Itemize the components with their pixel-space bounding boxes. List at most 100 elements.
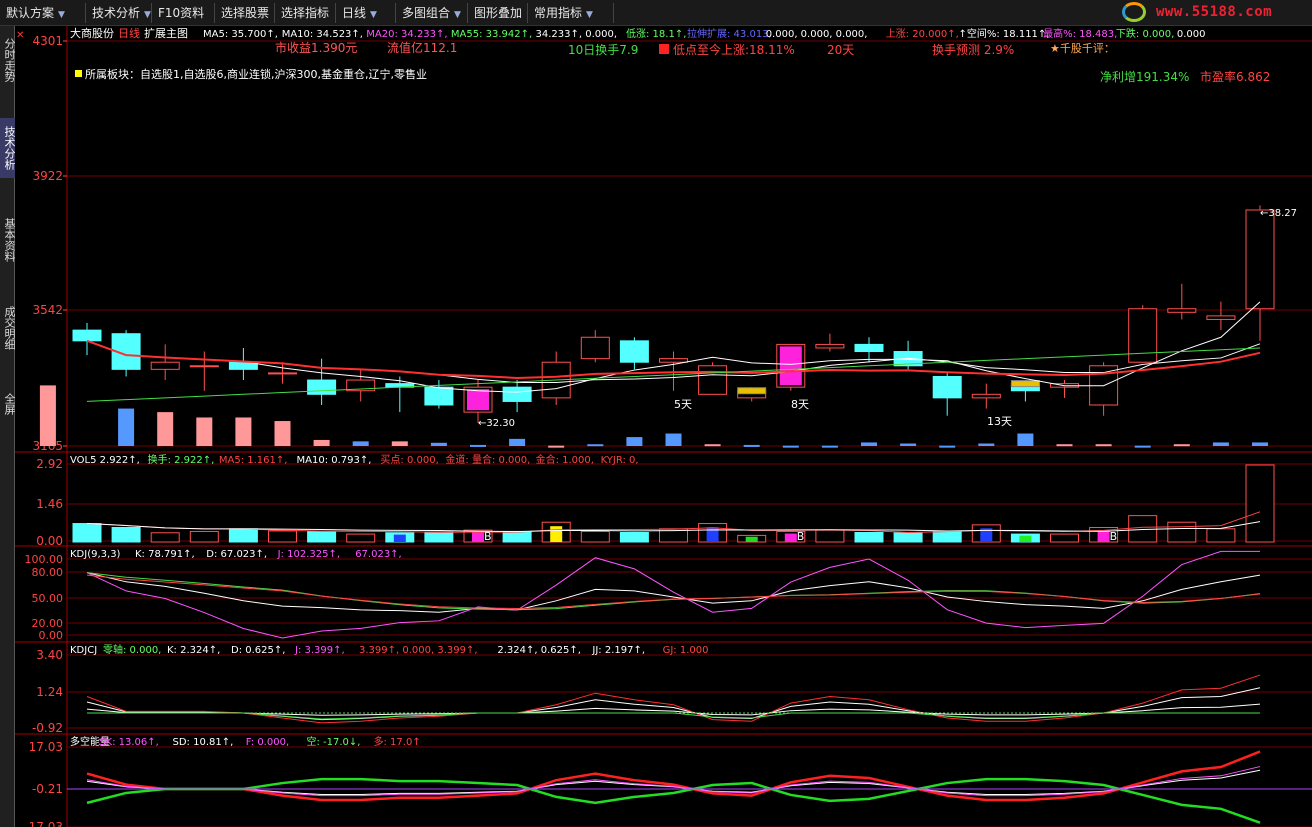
volume-mini-bar: [470, 444, 486, 447]
volume-mini-bar: [626, 437, 643, 446]
chart-title: 日线: [118, 26, 140, 40]
ma-value: 拉伸扩展: 43.013,: [687, 27, 772, 40]
info-text: 净利增191.34%: [1100, 70, 1189, 84]
logo-text: www.55188.com: [1156, 4, 1273, 20]
info-text: 换手预测 2.9%: [932, 43, 1014, 57]
toolbar-button-6[interactable]: 多图组合 ▼: [396, 3, 468, 23]
kdjcj-header: J: 3.399↑,: [294, 645, 345, 656]
y-axis-label: 4301: [32, 34, 63, 48]
dropdown-arrow-icon[interactable]: ▼: [58, 10, 65, 20]
volume-mini-bar: [1134, 445, 1151, 448]
y-axis-label: 0.00: [36, 534, 63, 548]
ma-value: 最高%: 18.483,: [1043, 27, 1117, 40]
sector-text: 所属板块：自选股1,自选股6,商业连锁,沪深300,基金重仓,辽宁,零售业: [85, 67, 427, 81]
volume-mini-bar: [1252, 442, 1268, 446]
candle-body: [150, 361, 180, 370]
volume-bar: [815, 529, 845, 543]
y-axis-label: 1.46: [36, 497, 63, 511]
info-text: 20天: [827, 43, 854, 57]
toolbar-button-4[interactable]: 选择指标: [275, 3, 336, 23]
kdj-header: K: 78.791↑,: [135, 549, 195, 560]
sidebar-item-1[interactable]: 技术分析: [0, 118, 16, 178]
price-annotation: ←32.30: [478, 418, 515, 429]
y-axis-label: 0.00: [39, 629, 64, 642]
indicator-line: [86, 674, 1261, 724]
vol-header: MA5: 1.161↑,: [219, 455, 288, 466]
y-axis-label: 1.24: [36, 685, 63, 699]
volume-mini-bar: [587, 444, 604, 447]
info-text: 低点至今上涨:18.11%: [673, 42, 795, 57]
stock-chart[interactable]: 4301392235423165大商股份日线扩展主图MA5: 35.700↑,M…: [15, 26, 1312, 827]
chart-title: 大商股份: [70, 26, 114, 40]
y-axis-label: 3922: [32, 169, 63, 183]
indicator-line: [86, 572, 1261, 611]
vol-header: 金道: 量合: 0.000,: [445, 453, 530, 466]
volume-bar: [932, 530, 962, 543]
y-axis-label: -17.03: [24, 820, 63, 827]
sidebar-item-2[interactable]: 基本资料: [0, 210, 16, 270]
buy-mark: B: [484, 530, 492, 543]
signal-bar: [1010, 380, 1040, 388]
volume-mini-bar: [743, 444, 760, 447]
kdj-header: D: 67.023↑,: [206, 549, 267, 560]
candle-body: [698, 365, 728, 395]
dropdown-arrow-icon[interactable]: ▼: [454, 10, 461, 20]
volume-signal-bar: [784, 533, 797, 542]
toolbar-button-label: 技术分析: [92, 6, 141, 20]
candle-body: [854, 343, 884, 353]
kdjcj-header: JJ: 2.197↑,: [591, 645, 645, 656]
ma-value: 低涨: 18.1↑,: [626, 27, 686, 40]
y-axis-label: 2.92: [36, 457, 63, 471]
toolbar-button-3[interactable]: 选择股票: [215, 3, 275, 23]
candle-body: [268, 372, 297, 375]
sidebar-item-4[interactable]: 全屏: [0, 386, 16, 422]
volume-signal-bar: [1019, 535, 1032, 542]
vol-header: 买点: 0.000,: [380, 454, 438, 466]
volume-mini-bar: [939, 445, 956, 448]
dropdown-arrow-icon[interactable]: ▼: [144, 10, 151, 20]
vol-header: MA10: 0.793↑,: [297, 455, 372, 466]
toolbar-button-7[interactable]: 图形叠加: [468, 3, 528, 23]
candle-body: [815, 343, 845, 349]
toolbar-button-label: 多图组合: [402, 6, 451, 20]
kdj-header: 67.023↑,: [355, 549, 402, 560]
ma-value: 上涨: 20.000↑,: [886, 28, 959, 40]
volume-mini-bar: [704, 444, 721, 447]
close-icon: ✕: [16, 30, 24, 41]
toolbar-button-label: 选择指标: [281, 6, 330, 20]
candle-body: [580, 336, 610, 360]
toolbar-button-5[interactable]: 日线 ▼: [336, 3, 396, 23]
kdjcj-header: GJ: 1.000: [663, 645, 709, 656]
dkn-header: 多: 17.0↑: [374, 735, 421, 748]
volume-mini-bar: [39, 385, 56, 446]
candle-body: [1167, 308, 1197, 313]
vol-header: KYJR: 0,: [601, 455, 639, 466]
ma-value: 下跌: 0.000,: [1116, 27, 1174, 40]
vol-header: 换手: 2.922↑,: [148, 453, 215, 466]
info-text: 10日换手7.9: [568, 43, 638, 57]
dropdown-arrow-icon[interactable]: ▼: [586, 10, 593, 20]
y-axis-label: 3.40: [36, 648, 63, 662]
volume-bar: [854, 532, 884, 543]
candle-body: [1245, 209, 1275, 310]
volume-mini-bar: [1056, 444, 1073, 447]
dropdown-arrow-icon[interactable]: ▼: [370, 10, 377, 20]
volume-bar: [346, 533, 376, 543]
volume-signal-bar: [1097, 530, 1110, 542]
toolbar-button-1[interactable]: 技术分析 ▼: [86, 3, 152, 23]
toolbar-button-8[interactable]: 常用指标 ▼: [528, 3, 614, 23]
left-sidebar: 分时走势技术分析基本资料成交明细全屏: [0, 26, 16, 827]
indicator-line: [86, 703, 1261, 716]
toolbar-button-0[interactable]: 默认方案 ▼: [0, 3, 86, 23]
sidebar-item-0[interactable]: 分时走势: [0, 30, 16, 90]
candle-body: [189, 365, 219, 368]
toolbar-button-2[interactable]: F10资料: [152, 3, 215, 23]
volume-signal-bar: [550, 526, 563, 542]
volume-bar: [72, 523, 102, 543]
chart-title: 扩展主图: [144, 26, 188, 40]
dkn-header: 空: -17.0↓,: [307, 735, 361, 748]
ma-value: MA55: 33.942↑,: [451, 29, 532, 40]
y-axis-label: 3542: [32, 303, 63, 317]
candle-body: [502, 386, 532, 402]
sidebar-item-3[interactable]: 成交明细: [0, 298, 16, 358]
